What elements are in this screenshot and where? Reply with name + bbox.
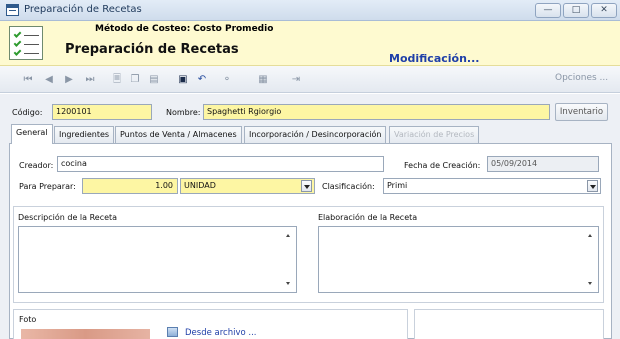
unidad-value: UNIDAD — [184, 181, 216, 190]
nombre-field[interactable]: Spaghetti Rgiorgio — [203, 104, 550, 120]
creador-label: Creador: — [19, 161, 54, 170]
preparar-field[interactable]: 1.00 — [82, 178, 178, 194]
secondary-group — [414, 309, 604, 339]
image-file-icon — [167, 327, 178, 337]
undo-icon[interactable]: ↶ — [196, 73, 208, 87]
clasificacion-value: Primi — [387, 181, 408, 190]
tab-variacion-precios: Variación de Precios — [389, 126, 480, 143]
scroll-up-icon[interactable] — [286, 234, 290, 237]
tab-ingredientes[interactable]: Ingredientes — [54, 126, 115, 143]
creador-field[interactable]: cocina — [57, 156, 384, 172]
desde-archivo-link[interactable]: Desde archivo ... — [185, 328, 257, 338]
export-icon[interactable]: ⇥ — [290, 73, 302, 87]
first-icon[interactable]: ⏮ — [22, 73, 34, 87]
chevron-down-icon[interactable] — [301, 180, 312, 192]
scroll-down-icon[interactable] — [588, 282, 592, 285]
copy-icon[interactable]: ❐ — [129, 73, 141, 87]
minimize-button[interactable]: — — [535, 3, 561, 18]
tab-incorporacion[interactable]: Incorporación / Desincorporación — [244, 126, 387, 143]
descripcion-textarea[interactable] — [18, 226, 297, 293]
fecha-field: 05/09/2014 — [487, 156, 599, 172]
unidad-select[interactable]: UNIDAD — [180, 178, 315, 194]
tab-puntos-venta[interactable]: Puntos de Venta / Almacenes — [115, 126, 242, 143]
options-menu[interactable]: Opciones ... — [555, 73, 608, 83]
prev-icon[interactable]: ◀ — [43, 73, 55, 87]
elaboracion-label: Elaboración de la Receta — [318, 213, 418, 222]
codigo-label: Código: — [12, 108, 43, 117]
scroll-down-icon[interactable] — [286, 282, 290, 285]
descripcion-label: Descripción de la Receta — [18, 213, 118, 222]
inventario-button[interactable]: Inventario — [555, 103, 608, 121]
clasificacion-label: Clasificación: — [322, 182, 375, 191]
maximize-button[interactable]: □ — [563, 3, 589, 18]
elaboracion-textarea[interactable] — [318, 226, 599, 293]
costeo-info: Método de Costeo: Costo Promedio — [95, 24, 273, 34]
foto-label: Foto — [19, 315, 37, 324]
save-icon[interactable]: ▣ — [177, 73, 189, 87]
last-icon[interactable]: ⏭ — [84, 73, 96, 87]
checklist-icon — [9, 26, 43, 60]
search-icon[interactable]: ⚬ — [220, 73, 234, 87]
clasificacion-select[interactable]: Primi — [383, 178, 601, 194]
costeo-label: Método de Costeo: — [95, 24, 191, 34]
calendar-icon[interactable]: ▦ — [257, 73, 269, 87]
print-icon[interactable]: ▤ — [148, 73, 160, 87]
app-window-icon — [6, 4, 19, 16]
chevron-down-icon[interactable] — [587, 180, 598, 192]
scroll-up-icon[interactable] — [588, 234, 592, 237]
window-title: Preparación de Recetas — [24, 4, 142, 15]
codigo-field[interactable]: 1200101 — [52, 104, 152, 120]
page-title: Preparación de Recetas — [65, 42, 239, 57]
tab-general[interactable]: General — [11, 124, 53, 144]
close-button[interactable]: ✕ — [591, 3, 617, 18]
costeo-value: Costo Promedio — [193, 24, 274, 34]
fecha-label: Fecha de Creación: — [404, 161, 481, 170]
new-icon[interactable]: 🗏 — [111, 73, 123, 87]
next-icon[interactable]: ▶ — [63, 73, 75, 87]
preparar-label: Para Preparar: — [19, 182, 76, 191]
nombre-label: Nombre: — [166, 108, 201, 117]
mode-indicator: Modificación... — [389, 52, 480, 65]
photo-thumbnail — [21, 329, 150, 339]
